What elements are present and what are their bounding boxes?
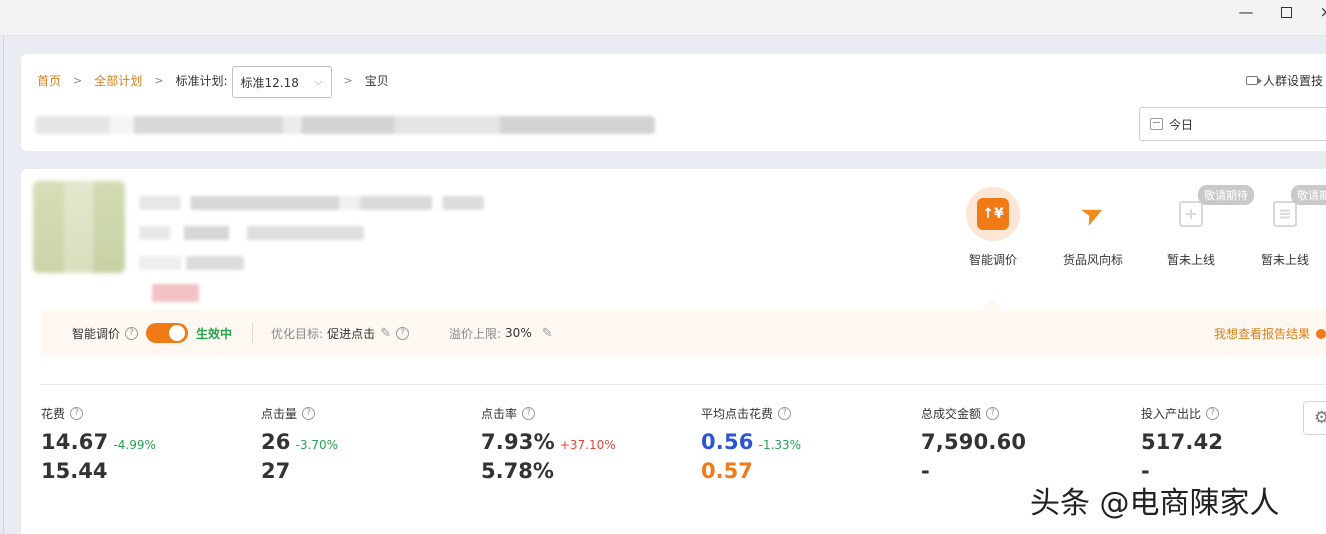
metric-change: -4.99% xyxy=(113,438,156,452)
status-text: 生效中 xyxy=(196,326,233,341)
help-icon[interactable]: ? xyxy=(986,406,1000,420)
plan-select-label: 标准计划: xyxy=(175,73,228,88)
notification-dot-icon xyxy=(1316,328,1326,339)
breadcrumb-separator: > xyxy=(343,73,353,87)
blurred-plan-info xyxy=(35,116,655,134)
maximize-button[interactable] xyxy=(1266,0,1306,26)
metric-change: +37.10% xyxy=(559,438,616,452)
plan-select[interactable]: 标准12.18 ⌵ xyxy=(231,66,332,98)
metric-value: 517.42 xyxy=(1141,430,1224,454)
blurred-product-meta xyxy=(139,226,364,240)
smart-pricing-icon: ↑¥ xyxy=(966,187,1020,241)
goal-label: 优化目标: xyxy=(271,326,324,341)
video-tutorial-link[interactable]: 人群设置技 xyxy=(1246,72,1323,89)
metric-change: -3.70% xyxy=(295,438,339,452)
metric-compare: 0.57 xyxy=(701,459,753,483)
product-thumbnail[interactable] xyxy=(33,181,125,273)
blurred-product-title xyxy=(139,196,484,210)
metric-compare: 27 xyxy=(261,459,291,483)
paper-plane-icon: ➤ xyxy=(1075,193,1111,234)
metric-label: 点击量 xyxy=(261,406,298,421)
metric-gmv: 总成交金额? 7,590.60 - xyxy=(921,404,1121,483)
coming-soon-badge: 敬请期 xyxy=(1291,185,1326,205)
chevron-down-icon: ⌵ xyxy=(314,75,323,88)
tool-product-trend[interactable]: ➤ 货品风向标 xyxy=(1058,187,1128,268)
date-picker-value: 今日 xyxy=(1169,117,1194,132)
tool-label: 货品风向标 xyxy=(1062,253,1123,267)
metric-label: 点击率 xyxy=(481,406,518,421)
coming-soon-badge: 敬请期待 xyxy=(1198,185,1254,205)
help-icon[interactable]: ? xyxy=(396,326,409,340)
metric-value: 26 xyxy=(261,430,291,454)
metric-avg-cpc: 平均点击花费? 0.56 -1.33% 0.57 xyxy=(701,404,901,483)
metric-value: 7,590.60 xyxy=(921,430,1027,454)
metric-ctr: 点击率? 7.93% +37.10% 5.78% xyxy=(481,404,681,483)
smart-pricing-strip: 智能调价 ? 生效中 优化目标: 促进点击 ✎ ? 溢价上限: 30% ✎ 我想… xyxy=(41,310,1326,356)
metric-compare: 15.44 xyxy=(41,459,108,483)
report-link-label: 我想查看报告结果 xyxy=(1213,327,1310,341)
metric-change: -1.33% xyxy=(758,438,802,452)
date-picker[interactable]: 今日 xyxy=(1139,107,1326,141)
tool-label: 智能调价 xyxy=(968,253,1017,267)
help-icon[interactable]: ? xyxy=(70,406,84,420)
edit-goal-icon[interactable]: ✎ xyxy=(380,326,391,341)
plan-select-value: 标准12.18 xyxy=(240,75,299,90)
metric-roi: 投入产出比? 517.42 - xyxy=(1141,404,1326,483)
metric-clicks: 点击量? 26 -3.70% 27 xyxy=(261,404,461,483)
breadcrumb-current: 宝贝 xyxy=(364,73,389,88)
premium-label: 溢价上限: xyxy=(449,326,502,341)
help-icon[interactable]: ? xyxy=(778,406,792,420)
maximize-icon xyxy=(1280,7,1292,18)
gear-icon: ⚙ xyxy=(1314,408,1326,428)
help-icon[interactable]: ? xyxy=(522,406,536,420)
metric-value: 7.93% xyxy=(481,430,555,454)
breadcrumb-all-plans[interactable]: 全部计划 xyxy=(94,72,142,89)
metrics-settings-button[interactable]: ⚙ xyxy=(1303,401,1326,435)
blurred-product-meta xyxy=(139,256,244,270)
breadcrumb-separator: > xyxy=(73,73,83,87)
divider xyxy=(252,323,254,343)
metric-cost: 花费? 14.67 -4.99% 15.44 xyxy=(41,404,241,483)
watermark: 头条 @电商陳家人 xyxy=(1030,486,1280,521)
plan-header-card: 首页 > 全部计划 > 标准计划: 标准12.18 ⌵ > 宝贝 人群设置技 今… xyxy=(21,54,1326,151)
section-divider xyxy=(41,384,1326,385)
metric-label: 花费 xyxy=(41,406,66,421)
window-titlebar: — × xyxy=(0,0,1326,36)
help-icon[interactable]: ? xyxy=(302,406,316,420)
calendar-icon xyxy=(1150,118,1163,130)
blurred-product-tag xyxy=(152,284,199,302)
tool-label: 暂未上线 xyxy=(1166,253,1215,267)
video-tutorial-label: 人群设置技 xyxy=(1263,74,1324,88)
metric-label: 总成交金额 xyxy=(921,406,982,421)
report-link[interactable]: 我想查看报告结果 xyxy=(1214,325,1326,342)
smart-pricing-title: 智能调价 xyxy=(72,326,121,341)
video-camera-icon xyxy=(1246,76,1262,85)
metric-label: 平均点击花费 xyxy=(701,406,774,421)
premium-value: 30% xyxy=(505,326,532,340)
window-border xyxy=(3,36,4,534)
tool-label: 暂未上线 xyxy=(1260,253,1309,267)
close-button[interactable]: × xyxy=(1306,0,1326,26)
smart-pricing-toggle[interactable] xyxy=(146,323,189,343)
metric-value: 14.67 xyxy=(41,430,109,454)
help-icon[interactable]: ? xyxy=(125,326,139,340)
metric-label: 投入产出比 xyxy=(1141,406,1202,421)
breadcrumb-separator: > xyxy=(154,73,164,87)
metric-compare: 5.78% xyxy=(481,459,554,483)
edit-premium-icon[interactable]: ✎ xyxy=(542,326,553,341)
metric-value: 0.56 xyxy=(701,430,754,454)
help-icon[interactable]: ? xyxy=(1206,406,1220,420)
breadcrumb: 首页 > 全部计划 > 标准计划: 标准12.18 ⌵ > 宝贝 xyxy=(37,66,389,98)
breadcrumb-home[interactable]: 首页 xyxy=(37,72,61,89)
minimize-button[interactable]: — xyxy=(1226,0,1266,26)
tool-smart-pricing[interactable]: ↑¥ 智能调价 xyxy=(958,187,1028,268)
goal-value: 促进点击 xyxy=(327,326,376,341)
